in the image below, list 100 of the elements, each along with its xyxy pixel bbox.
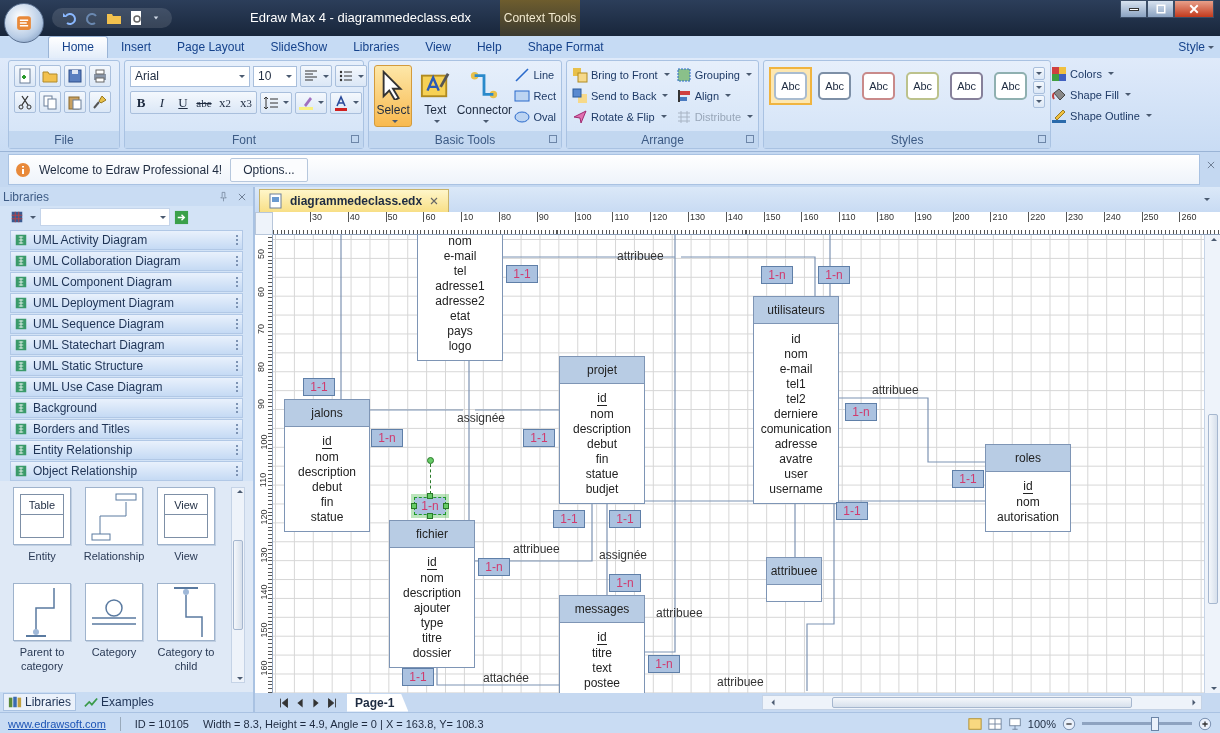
first-page-icon[interactable] (277, 695, 291, 710)
shape-thumbnail[interactable] (85, 487, 143, 545)
close-icon[interactable] (237, 191, 247, 202)
font-size-field[interactable]: 10 (253, 65, 297, 87)
gallery-scroll-icon[interactable] (1033, 67, 1046, 80)
gallery-scroll-icon[interactable] (1033, 81, 1046, 94)
page-tab[interactable]: Page-1 (347, 693, 409, 712)
page-view-icon[interactable] (987, 716, 1002, 731)
print-icon[interactable] (92, 68, 108, 84)
copy-icon[interactable] (42, 94, 58, 110)
entity-box[interactable]: jalons id nom description debut fin statue (284, 399, 370, 532)
shape-thumbnail[interactable] (157, 583, 215, 641)
scrollbar[interactable] (762, 695, 1202, 710)
library-item[interactable]: Entity Relationship (10, 440, 243, 460)
ribbon-tab[interactable]: Shape Format (514, 37, 617, 58)
shape-thumbnail[interactable] (13, 583, 71, 641)
highlight-icon[interactable] (298, 94, 314, 111)
tool-button[interactable]: Text (416, 65, 455, 127)
library-menu-button[interactable] (10, 210, 36, 224)
library-item[interactable]: Background (10, 398, 243, 418)
ribbon-tab[interactable]: Insert (108, 37, 165, 58)
restore-button[interactable] (1147, 0, 1174, 18)
library-item[interactable]: UML Activity Diagram (10, 230, 243, 250)
dialog-launcher-icon[interactable] (549, 135, 557, 143)
shape-thumbnail[interactable]: View (157, 487, 215, 545)
library-item[interactable]: UML Component Diagram (10, 272, 243, 292)
tool-button[interactable]: Connector (458, 65, 511, 127)
close-button[interactable] (1174, 0, 1214, 18)
dialog-launcher-icon[interactable] (351, 135, 359, 143)
paste-icon[interactable] (67, 94, 83, 110)
entity-box[interactable]: roles id nom autorisation (985, 444, 1071, 532)
ribbon-tab[interactable]: Libraries (340, 37, 413, 58)
slider-thumb[interactable] (1150, 716, 1159, 731)
undo-icon[interactable] (62, 10, 78, 26)
website-link[interactable]: www.edrawsoft.com (8, 717, 106, 730)
entity-box[interactable]: messages id titre text postee (559, 595, 645, 693)
style-option-button[interactable]: Shape Outline (1051, 106, 1152, 125)
document-tab[interactable]: diagrammedeclass.edx (259, 189, 450, 212)
ribbon-tab[interactable]: View (412, 37, 464, 58)
panel-tab[interactable]: Examples (80, 694, 158, 710)
library-item[interactable]: UML Static Structure (10, 356, 243, 376)
align-left-icon[interactable] (303, 68, 319, 84)
library-item[interactable]: UML Collaboration Diagram (10, 251, 243, 271)
ribbon-tab[interactable]: Home (48, 36, 108, 58)
brush-icon[interactable] (92, 94, 108, 110)
ribbon-tab[interactable]: Help (463, 37, 515, 58)
arrange-button[interactable]: Send to Back (572, 86, 670, 105)
arrange-button[interactable]: Grouping (675, 65, 754, 84)
options-button[interactable]: Options... (230, 157, 308, 182)
entity-box[interactable]: projet id nom description debut fin statue budjet (559, 356, 645, 504)
zoom-out-icon[interactable] (1062, 716, 1076, 731)
entity-box[interactable]: attribuee (766, 557, 822, 602)
entity-box[interactable]: utilisateurs id nom e-mail tel1 tel2 derniere comunication adresse avatre user username (753, 296, 839, 504)
print-preview-icon[interactable] (128, 10, 144, 26)
font-color-icon[interactable] (333, 94, 349, 111)
panel-tab[interactable]: Libraries (3, 693, 77, 711)
cut-icon[interactable] (17, 94, 33, 110)
minimize-button[interactable] (1120, 0, 1147, 18)
scrollbar[interactable] (1204, 235, 1220, 693)
selection-handles-drawing[interactable] (411, 457, 449, 519)
new-file-icon[interactable] (17, 68, 33, 84)
close-icon[interactable] (1206, 160, 1216, 170)
ribbon-tab[interactable]: SlideShow (257, 37, 341, 58)
format-button[interactable]: B (131, 92, 151, 113)
entity-box[interactable]: nom e-mail tel adresse1 adresse2 etat pays logo (417, 235, 503, 361)
tool-button[interactable]: Select (374, 65, 413, 127)
format-button[interactable]: I (152, 92, 172, 113)
shape-thumbnail[interactable] (85, 583, 143, 641)
library-item[interactable]: UML Deployment Diagram (10, 293, 243, 313)
pin-icon[interactable] (218, 191, 229, 202)
shape-button[interactable]: Rect (514, 86, 556, 105)
style-menu[interactable]: Style (1178, 40, 1214, 54)
library-item[interactable]: UML Use Case Diagram (10, 377, 243, 397)
gallery-scroll-icon[interactable] (1033, 95, 1046, 108)
library-search-field[interactable] (40, 208, 170, 226)
scrollbar[interactable] (231, 487, 245, 683)
library-item[interactable]: UML Sequence Diagram (10, 314, 243, 334)
bullet-list-icon[interactable] (338, 68, 354, 84)
arrange-button[interactable]: Bring to Front (572, 65, 670, 84)
font-family-field[interactable]: Arial (130, 65, 250, 87)
style-option-button[interactable]: Shape Fill (1051, 85, 1152, 104)
app-menu-button[interactable] (4, 3, 44, 43)
style-option-button[interactable]: Colors (1051, 64, 1152, 83)
format-button[interactable]: U (173, 92, 193, 113)
entity-box[interactable]: fichier id nom description ajouter type titre dossier (389, 520, 475, 668)
presentation-icon[interactable] (1007, 716, 1022, 731)
library-item[interactable]: UML Statechart Diagram (10, 335, 243, 355)
shape-button[interactable]: Oval (514, 107, 556, 126)
save-icon[interactable] (67, 68, 83, 84)
format-button[interactable]: abe (194, 92, 214, 113)
dialog-launcher-icon[interactable] (746, 135, 755, 143)
ribbon-tab[interactable]: Page Layout (164, 37, 258, 58)
shape-thumbnail[interactable]: Table (13, 487, 71, 545)
library-item[interactable]: Object Relationship (10, 461, 243, 481)
line-spacing-icon[interactable] (263, 94, 279, 111)
dialog-launcher-icon[interactable] (1038, 135, 1047, 143)
last-page-icon[interactable] (325, 695, 339, 710)
zoom-in-icon[interactable] (1198, 716, 1212, 731)
arrange-button[interactable]: Rotate & Flip (572, 107, 670, 126)
shape-button[interactable]: Line (514, 65, 556, 84)
